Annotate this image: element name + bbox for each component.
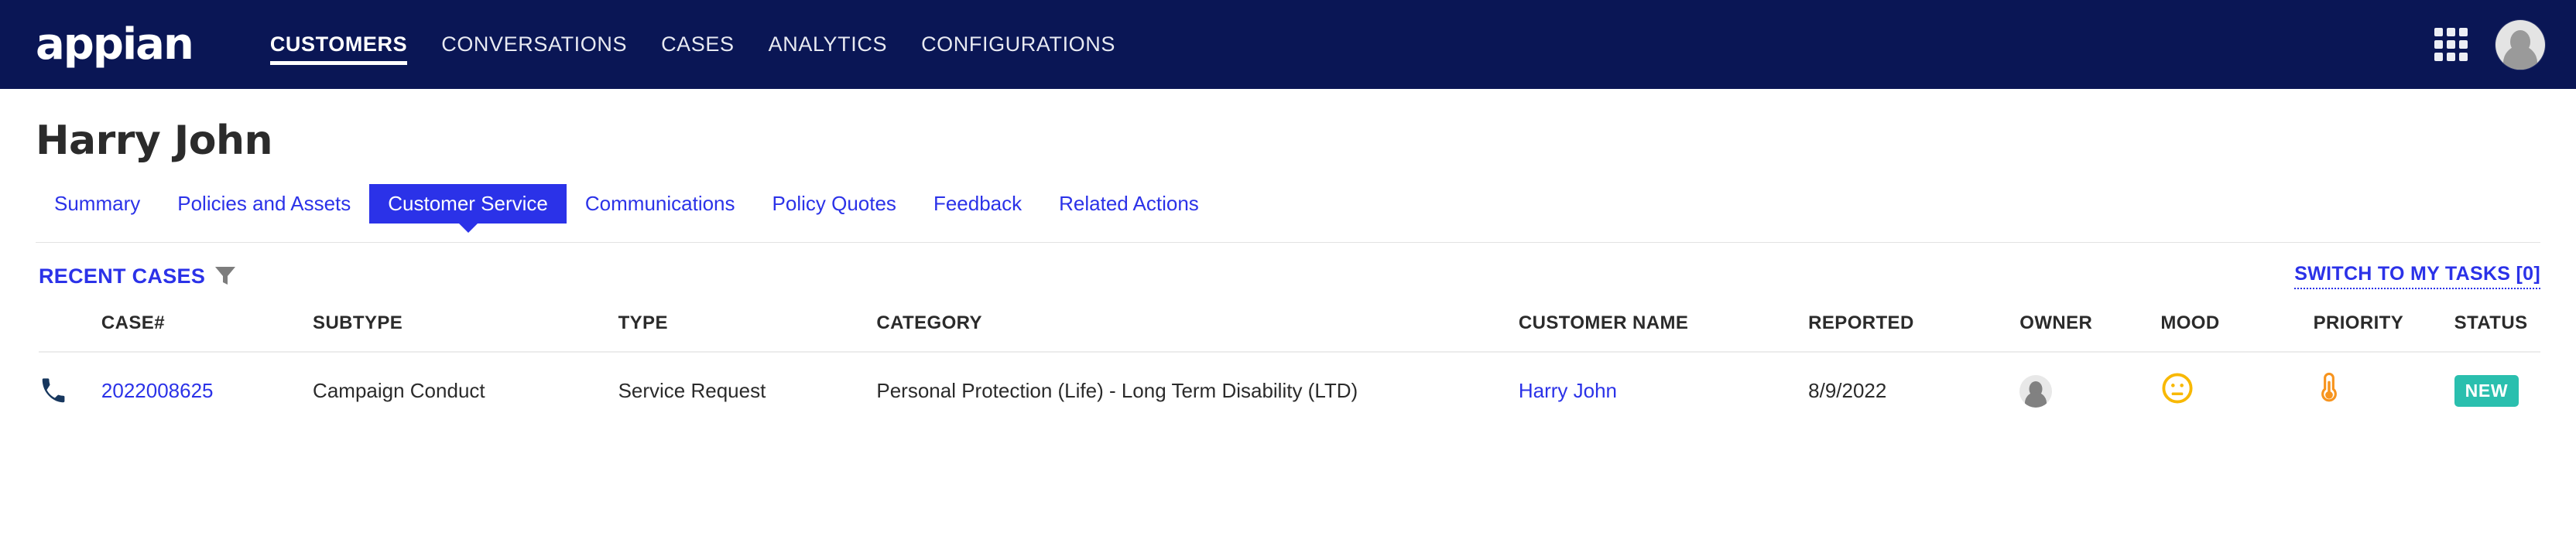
grid-cell: [2434, 40, 2443, 49]
tab-customer-service[interactable]: Customer Service: [369, 184, 567, 224]
grid-cell: [2447, 53, 2455, 61]
top-navigation-bar: appian CUSTOMERS CONVERSATIONS CASES ANA…: [0, 0, 2576, 89]
recent-cases-section-header: RECENT CASES SWITCH TO MY TASKS [0]: [0, 243, 2576, 289]
tab-policies-and-assets[interactable]: Policies and Assets: [159, 184, 369, 224]
grid-cell: [2459, 28, 2468, 36]
cell-priority: [2313, 351, 2454, 428]
top-nav-right-actions: [2434, 19, 2545, 70]
section-title-group: RECENT CASES: [39, 264, 236, 288]
table-body: 2022008625 Campaign Conduct Service Requ…: [39, 351, 2540, 428]
tab-summary[interactable]: Summary: [36, 184, 159, 224]
column-header-reported[interactable]: REPORTED: [1808, 289, 2019, 352]
page-title: Harry John: [36, 118, 273, 164]
column-header-status[interactable]: STATUS: [2454, 289, 2540, 352]
funnel-filter-icon[interactable]: [214, 266, 236, 286]
cell-status: NEW: [2454, 351, 2540, 428]
tab-policy-quotes[interactable]: Policy Quotes: [754, 184, 915, 224]
cell-owner: [2019, 351, 2161, 428]
cell-category: Personal Protection (Life) - Long Term D…: [876, 351, 1519, 428]
cell-type: Service Request: [618, 351, 877, 428]
nav-item-configurations[interactable]: CONFIGURATIONS: [904, 0, 1132, 89]
nav-item-customers[interactable]: CUSTOMERS: [253, 0, 424, 89]
switch-to-my-tasks-link[interactable]: SWITCH TO MY TASKS [0]: [2294, 263, 2540, 289]
cell-case-number[interactable]: 2022008625: [101, 351, 313, 428]
grid-cell: [2434, 53, 2443, 61]
primary-nav-items: CUSTOMERS CONVERSATIONS CASES ANALYTICS …: [253, 0, 1132, 89]
column-header-customer-name[interactable]: CUSTOMER NAME: [1519, 289, 1808, 352]
apps-grid-icon[interactable]: [2434, 28, 2468, 61]
tab-communications[interactable]: Communications: [567, 184, 754, 224]
recent-cases-table: CASE# SUBTYPE TYPE CATEGORY CUSTOMER NAM…: [39, 289, 2540, 428]
grid-cell: [2459, 53, 2468, 61]
table-header-row: CASE# SUBTYPE TYPE CATEGORY CUSTOMER NAM…: [39, 289, 2540, 352]
nav-item-analytics[interactable]: ANALYTICS: [752, 0, 904, 89]
avatar-body: [2025, 391, 2047, 408]
nav-item-cases[interactable]: CASES: [644, 0, 752, 89]
column-header-category[interactable]: CATEGORY: [876, 289, 1518, 352]
column-header-subtype[interactable]: SUBTYPE: [313, 289, 618, 352]
cell-customer-name[interactable]: Harry John: [1518, 351, 1809, 428]
grid-cell: [2459, 40, 2468, 49]
status-badge: NEW: [2454, 375, 2519, 407]
user-avatar-icon[interactable]: [2496, 19, 2545, 70]
grid-cell: [2447, 40, 2455, 49]
column-header-mood[interactable]: MOOD: [2160, 289, 2313, 352]
column-header-priority[interactable]: PRIORITY: [2314, 289, 2454, 352]
cell-channel: [39, 351, 101, 428]
tab-related-actions[interactable]: Related Actions: [1040, 184, 1218, 224]
nav-item-conversations[interactable]: CONVERSATIONS: [424, 0, 644, 89]
table-row[interactable]: 2022008625 Campaign Conduct Service Requ…: [39, 351, 2540, 428]
recent-cases-table-wrap: CASE# SUBTYPE TYPE CATEGORY CUSTOMER NAM…: [0, 289, 2576, 428]
grid-cell: [2447, 28, 2455, 36]
record-view-tabs: Summary Policies and Assets Customer Ser…: [0, 164, 2576, 224]
column-header-type[interactable]: TYPE: [618, 289, 877, 352]
avatar-body: [2503, 45, 2537, 70]
neutral-face-icon: [2162, 373, 2193, 404]
section-title: RECENT CASES: [39, 264, 206, 288]
grid-cell: [2434, 28, 2443, 36]
cell-reported: 8/9/2022: [1808, 351, 2020, 428]
column-header-owner[interactable]: OWNER: [2019, 289, 2160, 352]
phone-icon: [42, 377, 65, 402]
cell-mood: [2160, 351, 2314, 428]
column-header-channel[interactable]: [39, 289, 101, 352]
thermometer-icon: [2321, 372, 2337, 402]
owner-avatar-icon: [2019, 374, 2053, 408]
appian-logo[interactable]: appian: [36, 22, 194, 67]
column-header-case-number[interactable]: CASE#: [101, 289, 313, 352]
cell-subtype: Campaign Conduct: [313, 351, 618, 428]
table-header: CASE# SUBTYPE TYPE CATEGORY CUSTOMER NAM…: [39, 289, 2540, 352]
tab-feedback[interactable]: Feedback: [915, 184, 1040, 224]
